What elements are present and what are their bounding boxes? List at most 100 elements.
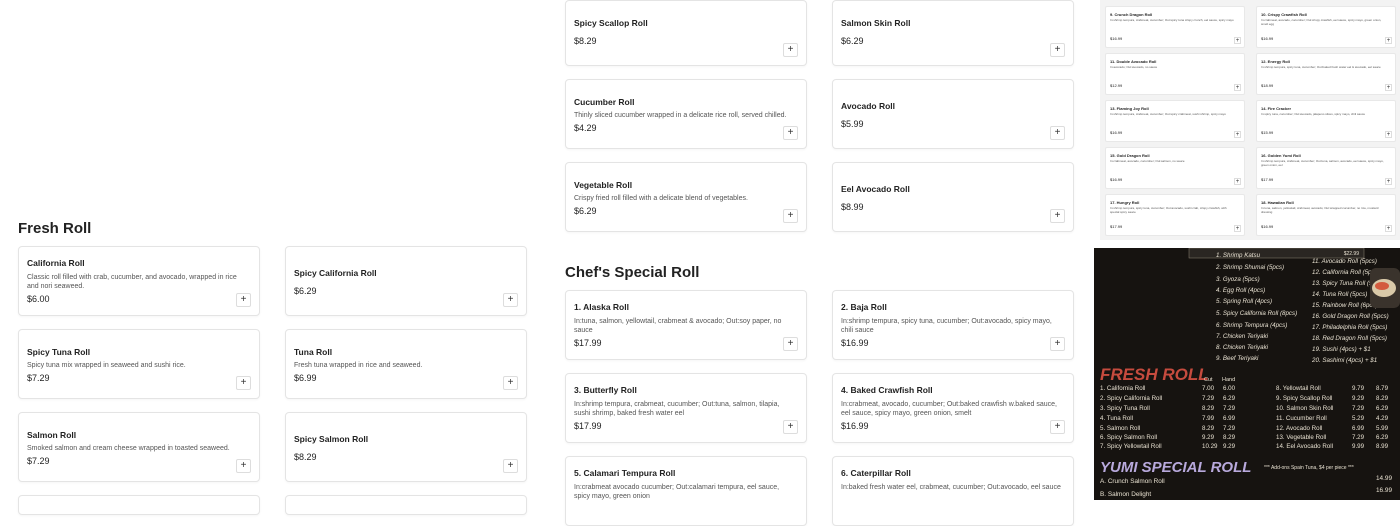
sheet-add-button[interactable]: + (1234, 225, 1241, 232)
fresh-item-cut: 7.00 (1202, 385, 1215, 392)
sheet-item-description: In:shrimp tempura, spicy tuna, cucumber;… (1110, 206, 1227, 214)
combo-item: 19. Sushi (4pcs) + $1 (1312, 346, 1371, 353)
item-name: 5. Calamari Tempura Roll (574, 468, 676, 478)
add-to-cart-button[interactable]: + (783, 43, 798, 57)
sheet-add-button[interactable]: + (1385, 225, 1392, 232)
sheet-add-button[interactable]: + (1385, 84, 1392, 91)
add-to-cart-button[interactable]: + (1050, 209, 1065, 223)
item-name: Cucumber Roll (574, 97, 635, 107)
item-name: 4. Baked Crawfish Roll (841, 385, 933, 395)
item-description: In:baked fresh water eel, crabmeat, cucu… (841, 484, 1061, 491)
add-to-cart-button[interactable]: + (1050, 126, 1065, 140)
add-to-cart-button[interactable]: + (503, 376, 518, 390)
add-to-cart-button[interactable]: + (503, 459, 518, 473)
menu-card[interactable]: Salmon Roll Smoked salmon and cream chee… (18, 412, 260, 482)
fresh-item-hand: 9.29 (1223, 443, 1236, 450)
add-to-cart-button[interactable]: + (783, 126, 798, 140)
combo-item: 17. Philadelphia Roll (5pcs) (1312, 324, 1387, 331)
item-name: 6. Caterpillar Roll (841, 468, 911, 478)
sheet-card[interactable]: 10. Crispy Crawfish Roll In:crabmeat, av… (1256, 6, 1396, 48)
sheet-item-description: In:crabmeat, avocado, cucumber; Out:cris… (1261, 18, 1382, 26)
menu-sheet-thumbnail: 9. Crunch Dragon Roll In:shrimp tempura,… (1100, 0, 1400, 240)
combo-item: 2. Shrimp Shumai (5pcs) (1215, 264, 1284, 271)
item-name: Tuna Roll (294, 347, 333, 357)
sheet-add-button[interactable]: + (1385, 131, 1392, 138)
fresh-item-hand: 6.29 (1376, 405, 1389, 412)
item-description: Classic roll filled with crab, cucumber,… (27, 274, 237, 290)
sheet-item-price: $16.99 (1110, 177, 1123, 182)
item-name: Vegetable Roll (574, 180, 633, 190)
sheet-add-button[interactable]: + (1234, 37, 1241, 44)
combo-item: 1. Shrimp Katsu (1216, 252, 1261, 259)
sheet-add-button[interactable]: + (1385, 37, 1392, 44)
menu-card[interactable]: Eel Avocado Roll $8.99 + (832, 162, 1074, 232)
item-price: $16.99 (841, 338, 869, 348)
sheet-card[interactable]: 12. Energy Roll In:shrimp tempura, spicy… (1256, 53, 1396, 95)
combo-item: 8. Chicken Teriyaki (1216, 344, 1269, 351)
menu-card[interactable]: Spicy Tuna Roll Spicy tuna mix wrapped i… (18, 329, 260, 399)
add-to-cart-button[interactable]: + (783, 420, 798, 434)
add-to-cart-button[interactable]: + (783, 337, 798, 351)
sheet-add-button[interactable]: + (1234, 178, 1241, 185)
add-to-cart-button[interactable]: + (236, 376, 251, 390)
sheet-card[interactable]: 9. Crunch Dragon Roll In:shrimp tempura,… (1105, 6, 1245, 48)
item-price: $16.99 (841, 421, 869, 431)
sheet-card[interactable]: 14. Fire Cracker In:spicy tuna, cucumber… (1256, 100, 1396, 142)
menu-card[interactable]: Spicy Scallop Roll $8.29 + (565, 0, 807, 66)
fresh-item-cut: 7.29 (1352, 434, 1365, 441)
fresh-item-hand: 8.79 (1376, 385, 1389, 392)
sheet-card[interactable]: 18. Hawaiian Roll In:tuna, salmon, yello… (1256, 194, 1396, 236)
item-description: In:shrimp tempura, spicy tuna, cucumber;… (841, 318, 1052, 334)
sheet-card[interactable]: 17. Hungry Roll In:shrimp tempura, spicy… (1105, 194, 1245, 236)
menu-card[interactable]: Spicy California Roll $6.29 + (285, 246, 527, 316)
sheet-item-price: $12.99 (1110, 83, 1123, 88)
sheet-item-description: In:avocado; Out:avocado, no sauce (1110, 65, 1158, 69)
fresh-item-cut: 9.29 (1352, 395, 1365, 402)
fresh-item-name: 10. Salmon Skin Roll (1276, 405, 1333, 412)
menu-card[interactable]: Cucumber Roll Thinly sliced cucumber wra… (565, 79, 807, 149)
fresh-item-name: 7. Spicy Yellowtail Roll (1100, 443, 1162, 450)
sheet-card[interactable]: 15. Gold Dragon Roll In:crabmeat, avocad… (1105, 147, 1245, 189)
menu-card[interactable]: Avocado Roll $5.99 + (832, 79, 1074, 149)
add-to-cart-button[interactable]: + (236, 293, 251, 307)
menu-card[interactable]: Spicy Salmon Roll $8.29 + (285, 412, 527, 482)
sheet-card[interactable]: 13. Flaming Joy Roll In:shrimp tempura, … (1105, 100, 1245, 142)
sheet-item-name: 14. Fire Cracker (1261, 106, 1292, 111)
fresh-item-hand: 7.29 (1223, 425, 1236, 432)
add-to-cart-button[interactable]: + (1050, 43, 1065, 57)
fresh-item-name: 12. Avocado Roll (1276, 425, 1322, 432)
menu-card-partial[interactable] (285, 495, 527, 515)
menu-card[interactable]: 1. Alaska Roll In:tuna, salmon, yellowta… (565, 290, 807, 360)
sheet-item-description: In:shrimp tempura, spicy tuna, cucumber;… (1261, 65, 1381, 69)
sheet-card[interactable]: 16. Golden Yumi Roll In:shrimp tempura, … (1256, 147, 1396, 189)
menu-card[interactable]: Salmon Skin Roll $6.29 + (832, 0, 1074, 66)
combo-item: 3. Gyoza (5pcs) (1216, 276, 1260, 283)
add-to-cart-button[interactable]: + (1050, 420, 1065, 434)
menu-card[interactable]: 2. Baja Roll In:shrimp tempura, spicy tu… (832, 290, 1074, 360)
menu-card[interactable]: 3. Butterfly Roll In:shrimp tempura, cra… (565, 373, 807, 443)
yumi-special-heading: YUMI SPECIAL ROLL (1100, 459, 1251, 476)
column-hand-label: Hand (1222, 377, 1235, 383)
menu-card-partial[interactable] (18, 495, 260, 515)
add-to-cart-button[interactable]: + (503, 293, 518, 307)
sheet-card[interactable]: 11. Double Avocado Roll In:avocado; Out:… (1105, 53, 1245, 95)
yumi-item-name: B. Salmon Delight (1100, 491, 1151, 498)
add-to-cart-button[interactable]: + (236, 459, 251, 473)
add-to-cart-button[interactable]: + (783, 209, 798, 223)
menu-card[interactable]: Vegetable Roll Crispy fried roll filled … (565, 162, 807, 232)
menu-card[interactable]: 4. Baked Crawfish Roll In:crabmeat, avoc… (832, 373, 1074, 443)
sheet-add-button[interactable]: + (1234, 84, 1241, 91)
menu-card[interactable]: 5. Calamari Tempura Roll In:crabmeat avo… (565, 456, 807, 526)
menu-card[interactable]: 6. Caterpillar Roll In:baked fresh water… (832, 456, 1074, 526)
item-price: $17.99 (574, 338, 602, 348)
menu-card[interactable]: Tuna Roll Fresh tuna wrapped in rice and… (285, 329, 527, 399)
sheet-add-button[interactable]: + (1385, 178, 1392, 185)
item-price: $17.99 (574, 421, 602, 431)
fresh-item-name: 2. Spicy California Roll (1100, 395, 1162, 402)
sheet-item-price: $17.99 (1261, 177, 1274, 182)
add-to-cart-button[interactable]: + (1050, 337, 1065, 351)
menu-card[interactable]: California Roll Classic roll filled with… (18, 246, 260, 316)
item-name: Spicy Salmon Roll (294, 434, 369, 444)
sheet-add-button[interactable]: + (1234, 131, 1241, 138)
fresh-item-name: 1. California Roll (1100, 385, 1145, 392)
